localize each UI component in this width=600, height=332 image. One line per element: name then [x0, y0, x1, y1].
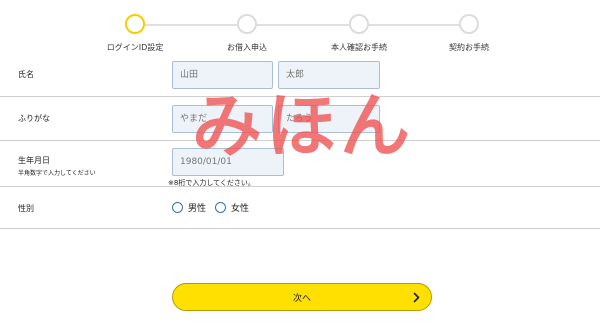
next-button-label: 次へ [292, 293, 311, 304]
step-1-label: ログインID設定 [106, 43, 164, 52]
radio-circle-icon[interactable] [215, 202, 226, 213]
step-3-label: 本人確認お手続 [331, 43, 387, 52]
first-name-input[interactable] [278, 61, 380, 89]
radio-circle-icon[interactable] [172, 202, 183, 213]
next-button[interactable]: 次へ [172, 283, 432, 311]
step-4-indicator [459, 14, 479, 34]
step-2-label: お借入申込 [227, 43, 267, 52]
gender-option-label: 男性 [188, 204, 207, 214]
kana-label: ふりがな [18, 114, 50, 123]
birthdate-label: 生年月日 [18, 156, 50, 165]
last-name-input[interactable] [172, 61, 273, 89]
gender-label: 性別 [18, 204, 34, 213]
gender-option-male[interactable]: 男性 [172, 201, 206, 214]
row-divider [0, 186, 600, 187]
gender-option-female[interactable]: 女性 [215, 201, 249, 214]
chevron-right-icon [413, 292, 420, 303]
row-divider [0, 96, 600, 97]
step-2-indicator [237, 14, 257, 34]
last-name-kana-input[interactable] [172, 105, 273, 133]
birthdate-input[interactable] [172, 148, 284, 176]
stepper-line [135, 24, 469, 26]
name-label: 氏名 [18, 70, 34, 79]
first-name-kana-input[interactable] [278, 105, 380, 133]
step-4-label: 契約お手続 [449, 43, 489, 52]
gender-option-label: 女性 [231, 204, 250, 214]
birthdate-sublabel: 半角数字で入力してください [18, 170, 96, 177]
row-divider [0, 228, 600, 229]
step-3-indicator [349, 14, 369, 34]
progress-stepper: ログインID設定 お借入申込 本人確認お手続 契約お手続 [0, 0, 600, 60]
row-divider [0, 140, 600, 141]
step-1-indicator [125, 14, 145, 34]
